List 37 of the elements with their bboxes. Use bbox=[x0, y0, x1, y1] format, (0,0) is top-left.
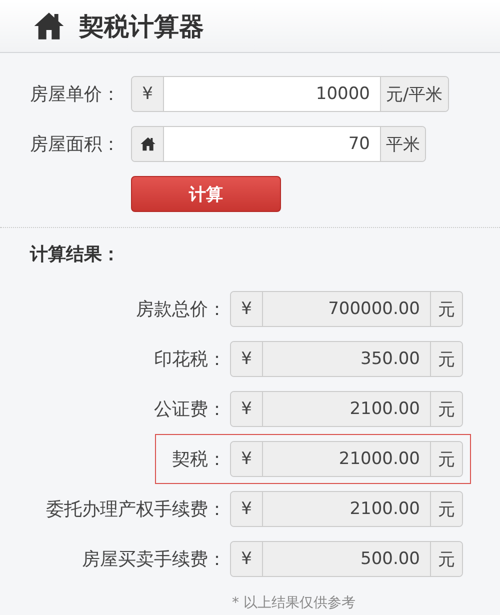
input-field[interactable]: 70 bbox=[164, 127, 380, 161]
unit-addon: 元/平米 bbox=[380, 77, 448, 111]
unit-addon: 元 bbox=[430, 542, 462, 576]
page-title: 契税计算器 bbox=[79, 10, 204, 42]
result-label: 委托办理产权手续费： bbox=[46, 498, 226, 521]
home-icon bbox=[33, 10, 65, 42]
prefix-addon: ¥ bbox=[231, 542, 263, 576]
result-label: 房屋买卖手续费： bbox=[82, 548, 226, 571]
prefix-addon: ¥ bbox=[231, 492, 263, 526]
result-label: 印花税： bbox=[154, 348, 226, 371]
prefix-addon: ¥ bbox=[132, 77, 164, 111]
result-field[interactable]: 350.00 bbox=[263, 342, 430, 376]
prefix-addon: ¥ bbox=[231, 442, 263, 476]
section-title: 计算结果： bbox=[30, 243, 121, 266]
result-field[interactable]: 2100.00 bbox=[263, 492, 430, 526]
prefix-addon: ¥ bbox=[231, 342, 263, 376]
field-label: 房屋面积： bbox=[30, 133, 121, 156]
result-label: 契税： bbox=[172, 448, 226, 471]
result-label: 房款总价： bbox=[136, 298, 226, 321]
result-label: 公证费： bbox=[154, 398, 226, 421]
unit-addon: 平米 bbox=[380, 127, 425, 161]
result-field[interactable]: 21000.00 bbox=[263, 442, 430, 476]
input-field[interactable]: 10000 bbox=[164, 77, 380, 111]
result-field[interactable]: 2100.00 bbox=[263, 392, 430, 426]
prefix-addon: ¥ bbox=[231, 292, 263, 326]
footnote: * 以上结果仅供参考 bbox=[232, 594, 356, 612]
unit-addon: 元 bbox=[430, 492, 462, 526]
result-field[interactable]: 700000.00 bbox=[263, 292, 430, 326]
prefix-addon: ¥ bbox=[231, 392, 263, 426]
unit-addon: 元 bbox=[430, 442, 462, 476]
unit-addon: 元 bbox=[430, 342, 462, 376]
unit-addon: 元 bbox=[430, 392, 462, 426]
calculate-button[interactable]: 计算 bbox=[131, 176, 281, 212]
unit-addon: 元 bbox=[430, 292, 462, 326]
home-icon bbox=[140, 136, 156, 152]
field-label: 房屋单价： bbox=[30, 83, 121, 106]
result-field[interactable]: 500.00 bbox=[263, 542, 430, 576]
